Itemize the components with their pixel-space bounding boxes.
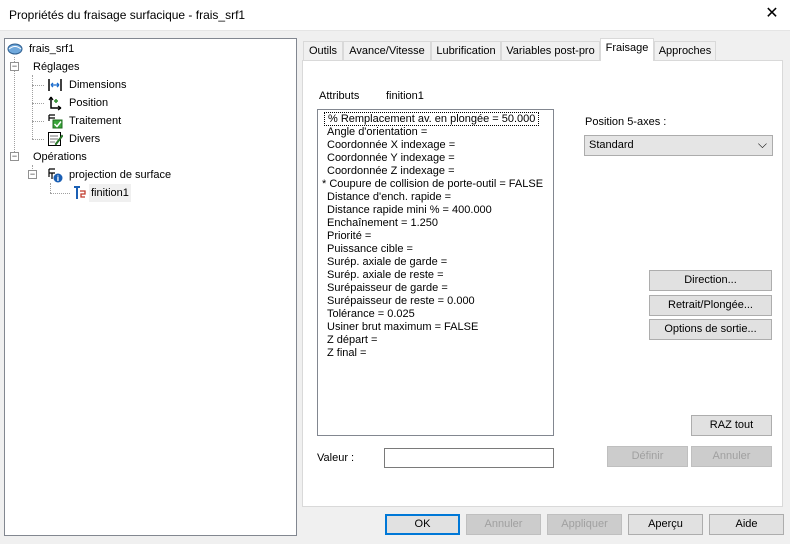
collapse-icon[interactable]: −: [10, 152, 19, 161]
preview-button[interactable]: Aperçu: [628, 514, 703, 535]
list-item[interactable]: Priorité =: [327, 230, 371, 243]
list-item[interactable]: Distance rapide mini % = 400.000: [327, 204, 492, 217]
tree-item-divers[interactable]: Divers: [5, 130, 285, 148]
close-icon[interactable]: ✕: [763, 5, 781, 23]
tab-avance-vitesse[interactable]: Avance/Vitesse: [343, 41, 431, 61]
tree-label: finition1: [89, 184, 131, 202]
valeur-input[interactable]: [384, 448, 554, 468]
attributes-header-label: Attributs: [319, 90, 360, 102]
treatment-icon: [48, 114, 63, 129]
tree-label: projection de surface: [69, 169, 172, 181]
tree-label: Dimensions: [69, 79, 127, 91]
window-title: Propriétés du fraisage surfacique - frai…: [9, 8, 246, 22]
attributes-list[interactable]: % Remplacement av. en plongée = 50.000 A…: [317, 109, 554, 436]
definir-button[interactable]: Définir: [607, 446, 688, 467]
annuler-value-button[interactable]: Annuler: [691, 446, 772, 467]
position5-select[interactable]: Standard ⌵: [584, 135, 773, 156]
tree-item-position[interactable]: Position: [5, 94, 285, 112]
svg-text:i: i: [57, 175, 59, 183]
list-item[interactable]: Surépaisseur de reste = 0.000: [327, 295, 475, 308]
collapse-icon[interactable]: −: [10, 62, 19, 71]
tree-item-projection[interactable]: − i projection de surface: [5, 166, 285, 184]
tree-label: Divers: [69, 133, 101, 145]
position5-label: Position 5-axes :: [585, 116, 667, 128]
chevron-down-icon: ⌵: [757, 137, 767, 151]
tree-item-root[interactable]: frais_srf1: [7, 40, 287, 58]
raz-tout-button[interactable]: RAZ tout: [691, 415, 772, 436]
list-item[interactable]: Tolérance = 0.025: [327, 308, 415, 321]
tree-item-traitement[interactable]: Traitement: [5, 112, 285, 130]
collapse-icon[interactable]: −: [28, 170, 37, 179]
list-item[interactable]: Surép. axiale de reste =: [327, 269, 444, 282]
retrait-plongee-button[interactable]: Retrait/Plongée...: [649, 295, 772, 316]
dimensions-icon: [48, 79, 62, 91]
valeur-label: Valeur :: [317, 452, 355, 464]
tree-item-finition[interactable]: finition1: [5, 184, 285, 202]
list-item[interactable]: Surép. axiale de garde =: [327, 256, 447, 269]
tab-fraisage[interactable]: Fraisage: [600, 38, 654, 61]
list-item[interactable]: Coordonnée Z indexage =: [327, 165, 455, 178]
tree-item-dimensions[interactable]: Dimensions: [5, 76, 285, 94]
list-item[interactable]: Coordonnée Y indexage =: [327, 152, 455, 165]
tab-approches[interactable]: Approches: [654, 41, 716, 61]
help-button[interactable]: Aide: [709, 514, 784, 535]
tree-label: frais_srf1: [29, 43, 75, 55]
operation-info-icon: i: [48, 168, 63, 183]
tree-item-reglages[interactable]: − Réglages: [5, 58, 285, 76]
options-sortie-button[interactable]: Options de sortie...: [649, 319, 772, 340]
tree-label: Traitement: [69, 115, 122, 127]
tab-lubrification[interactable]: Lubrification: [431, 41, 501, 61]
toolpath-icon: [74, 186, 86, 199]
tree-label: Réglages: [33, 61, 80, 73]
ok-button[interactable]: OK: [385, 514, 460, 535]
list-item[interactable]: Puissance cible =: [327, 243, 413, 256]
cancel-button[interactable]: Annuler: [466, 514, 541, 535]
tree-label: Position: [69, 97, 109, 109]
list-item[interactable]: Coordonnée X indexage =: [327, 139, 455, 152]
direction-button[interactable]: Direction...: [649, 270, 772, 291]
position5-value: Standard: [589, 139, 634, 151]
tree-view[interactable]: frais_srf1 − Réglages Dimensions Positio…: [4, 38, 297, 536]
list-item[interactable]: Z départ =: [327, 334, 377, 347]
list-item[interactable]: Distance d'ench. rapide =: [327, 191, 451, 204]
list-item[interactable]: Surépaisseur de garde =: [327, 282, 448, 295]
list-item[interactable]: Angle d'orientation =: [327, 126, 427, 139]
position-icon: [48, 96, 62, 111]
tree-label: Opérations: [33, 151, 87, 163]
list-item[interactable]: Usiner brut maximum = FALSE: [327, 321, 478, 334]
part-icon: [7, 43, 23, 55]
apply-button[interactable]: Appliquer: [547, 514, 622, 535]
tab-outils[interactable]: Outils: [303, 41, 343, 61]
attributes-header-value: finition1: [386, 90, 424, 102]
notepad-icon: [48, 132, 63, 146]
list-item[interactable]: Z final =: [327, 347, 366, 360]
list-item[interactable]: % Remplacement av. en plongée = 50.000: [324, 112, 540, 126]
tab-variables-post-pro[interactable]: Variables post-pro: [501, 41, 600, 61]
list-item[interactable]: Enchaînement = 1.250: [327, 217, 438, 230]
list-item[interactable]: * Coupure de collision de porte-outil = …: [322, 178, 543, 191]
tree-item-operations[interactable]: − Opérations: [5, 148, 285, 166]
title-bar: Propriétés du fraisage surfacique - frai…: [0, 0, 790, 31]
